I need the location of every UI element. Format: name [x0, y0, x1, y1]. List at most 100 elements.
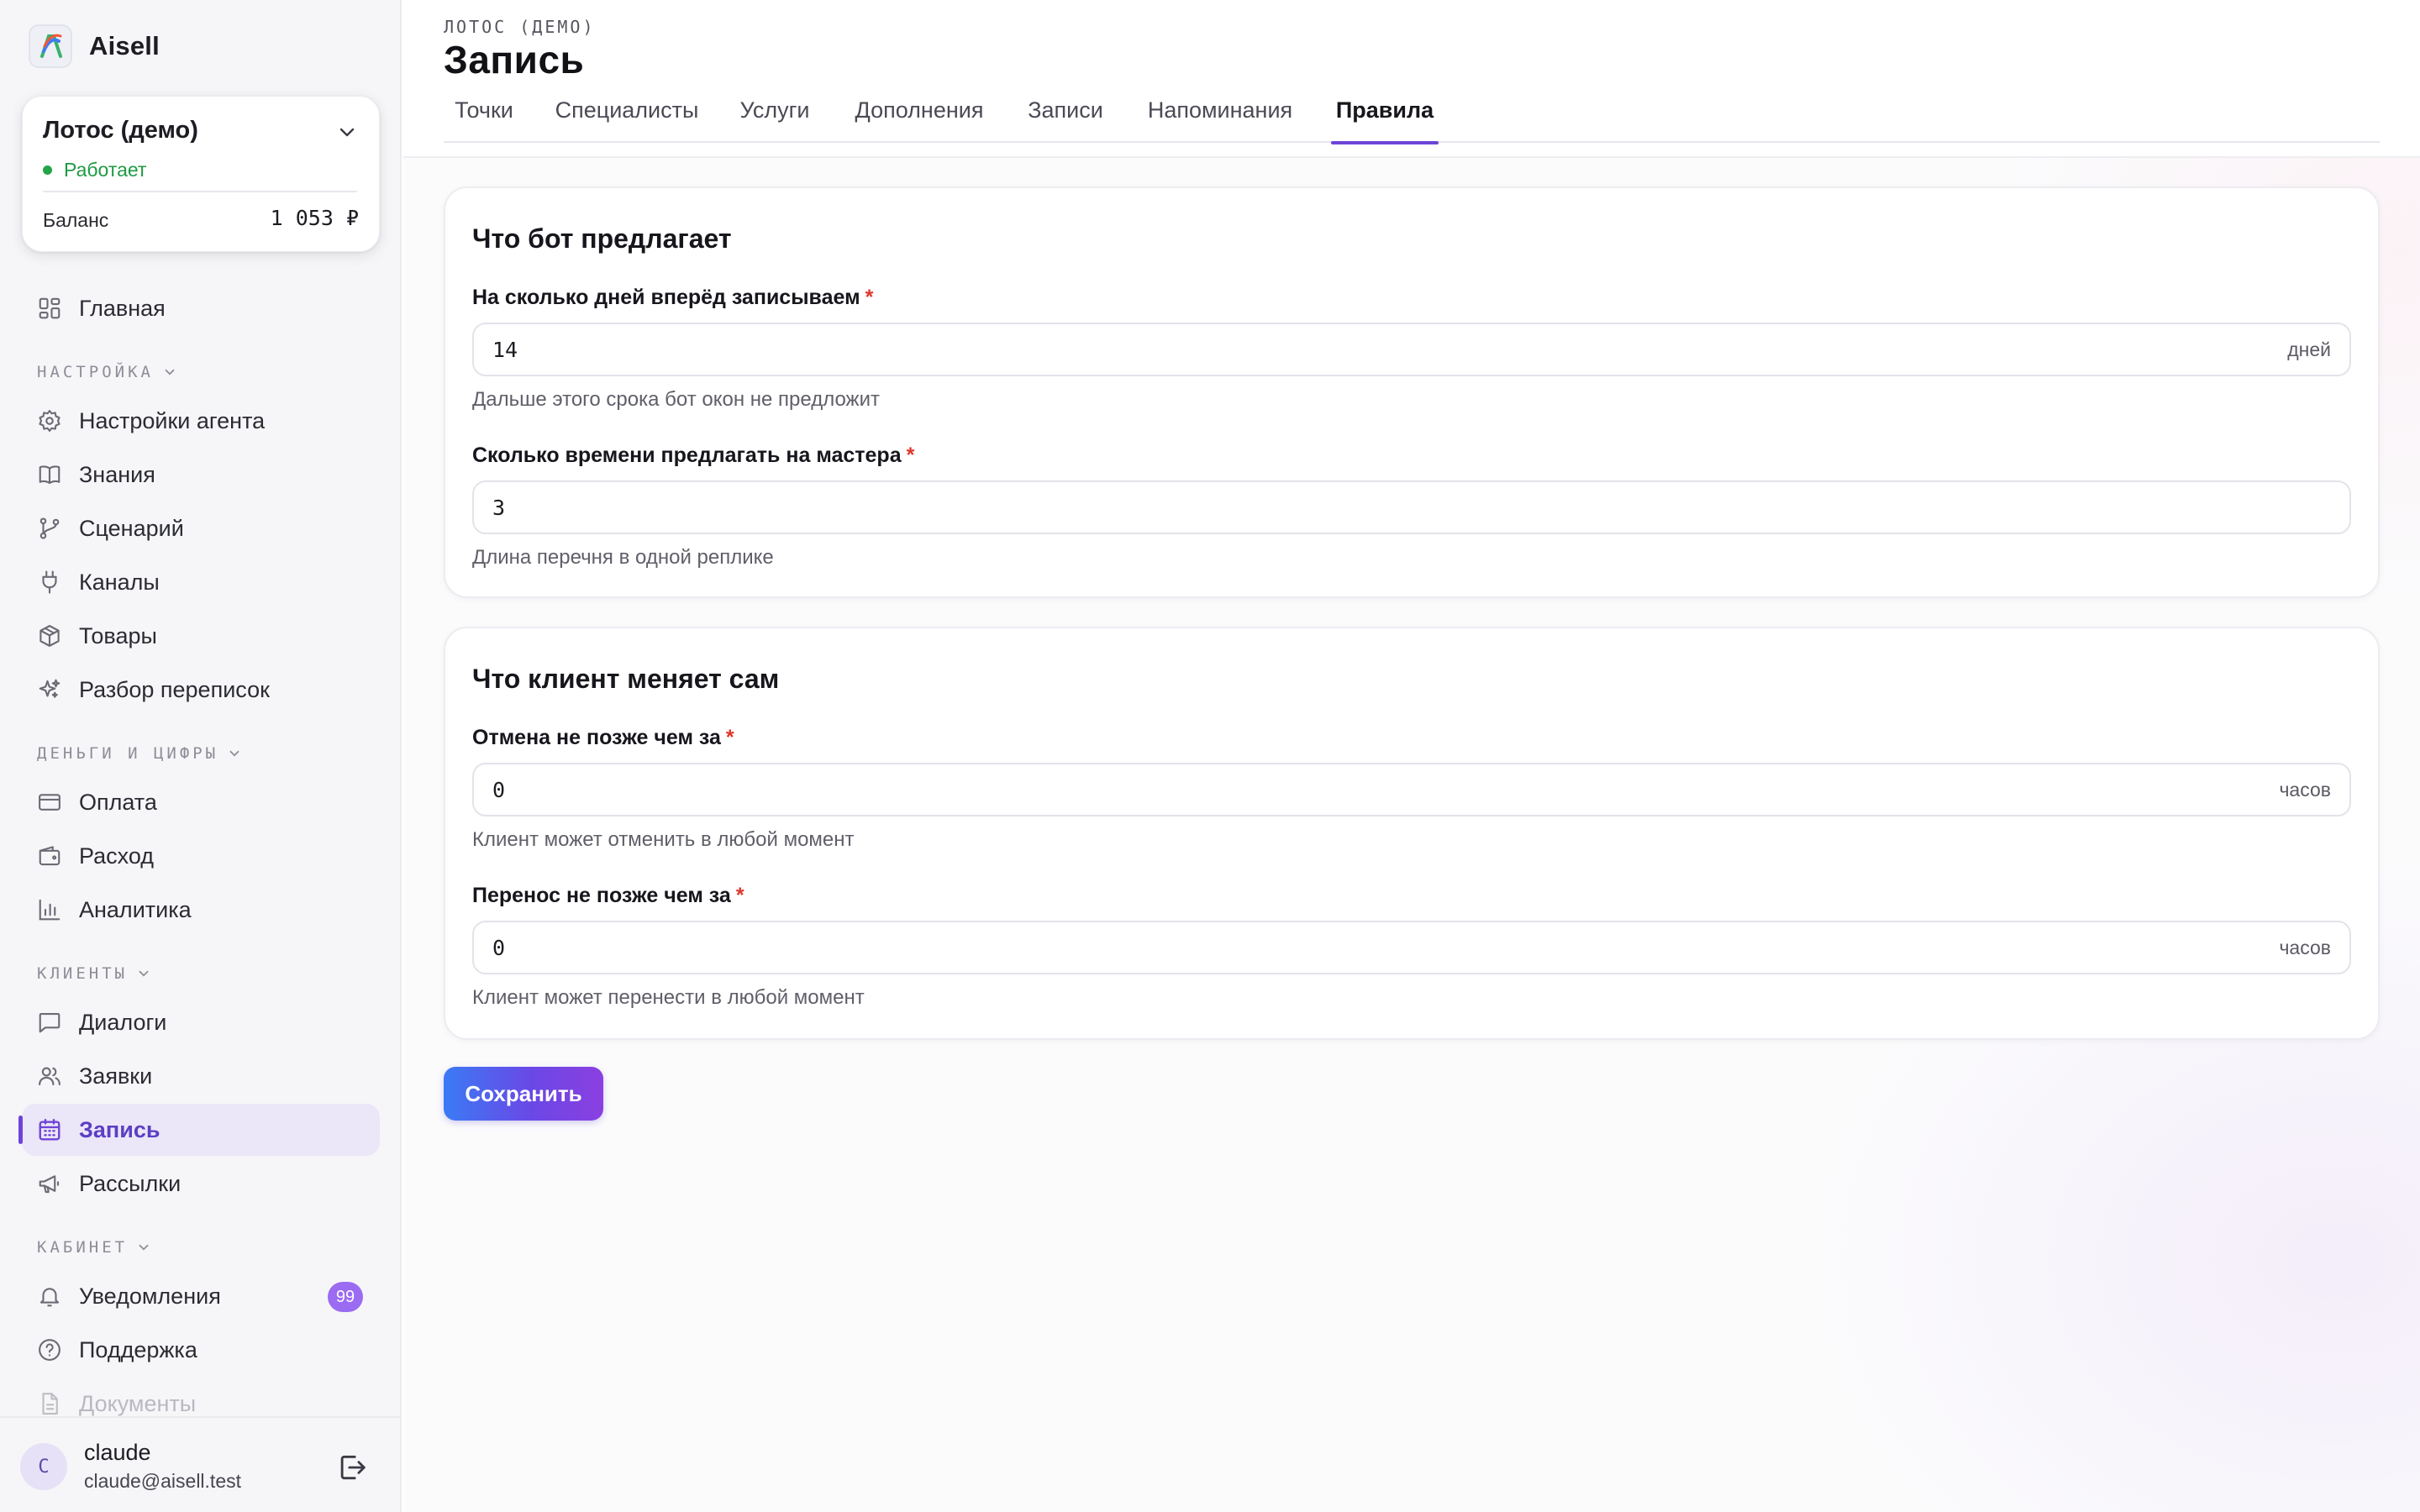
required-mark: * — [735, 884, 744, 907]
tab-reminders[interactable]: Напоминания — [1143, 87, 1297, 143]
logout-icon[interactable] — [336, 1452, 368, 1483]
account-switcher[interactable]: Лотос (демо) Работает Баланс 1 053 ₽ — [22, 96, 380, 252]
sidebar-item-products[interactable]: Товары — [22, 610, 380, 662]
days-ahead-input[interactable]: 14 дней — [472, 323, 2351, 376]
sidebar-item-scenario[interactable]: Сценарий — [22, 502, 380, 554]
tab-label: Дополнения — [855, 97, 984, 123]
sidebar-item-agent-settings[interactable]: Настройки агента — [22, 395, 380, 447]
notifications-count-badge: 99 — [328, 1282, 363, 1312]
grid-icon — [35, 294, 64, 323]
required-mark: * — [865, 286, 874, 309]
sidebar-item-chat-review[interactable]: Разбор переписок — [22, 664, 380, 716]
sidebar-item-support[interactable]: Поддержка — [22, 1324, 380, 1376]
sidebar-item-label: Сценарий — [79, 515, 184, 541]
field-hint: Клиент может перенести в любой момент — [472, 986, 865, 1009]
tab-label: Напоминания — [1147, 97, 1293, 123]
sidebar-item-label: Рассылки — [79, 1170, 182, 1196]
user-profile: C claude claude@aisell.test — [0, 1416, 400, 1512]
field-label-text: Сколько времени предлагать на мастера — [472, 444, 902, 467]
section-cabinet-label: КАБИНЕТ — [37, 1238, 129, 1257]
cancel-before-label: Отмена не позже чем за * — [472, 726, 734, 750]
card-title: Что клиент меняет сам — [472, 664, 780, 694]
sidebar-item-analytics[interactable]: Аналитика — [22, 884, 380, 936]
balance-label: Баланс — [43, 209, 109, 231]
chevron-down-icon — [229, 750, 239, 757]
chevron-down-icon — [139, 1244, 149, 1251]
breadcrumb: ЛОТОС (ДЕМО) — [444, 17, 596, 37]
users-icon — [35, 1062, 64, 1090]
sidebar-item-label: Главная — [79, 295, 166, 321]
card-title: Что бот предлагает — [472, 223, 732, 254]
tab-services[interactable]: Услуги — [736, 87, 813, 143]
input-value: 0 — [492, 935, 506, 960]
gear-icon — [35, 407, 64, 435]
status-dot-icon — [43, 165, 52, 175]
sidebar-item-mailings[interactable]: Рассылки — [22, 1158, 380, 1210]
bell-icon — [35, 1282, 64, 1310]
sidebar-item-channels[interactable]: Каналы — [22, 556, 380, 608]
bar-chart-icon — [35, 895, 64, 924]
field-hint: Длина перечня в одной реплике — [472, 546, 774, 569]
page-title: Запись — [444, 38, 585, 81]
sidebar-item-home[interactable]: Главная — [22, 282, 380, 334]
account-status: Работает — [43, 159, 146, 181]
section-settings-toggle[interactable]: НАСТРОЙКА — [37, 363, 177, 381]
brand[interactable]: Aisell — [29, 24, 160, 69]
tab-locations[interactable]: Точки — [450, 87, 518, 143]
input-value: 3 — [492, 495, 506, 520]
sidebar-item-label: Знания — [79, 461, 155, 487]
tab-label: Правила — [1335, 97, 1434, 123]
input-suffix: часов — [2279, 778, 2331, 801]
section-cabinet-toggle[interactable]: КАБИНЕТ — [37, 1238, 151, 1257]
status-text: Работает — [64, 159, 147, 181]
cancel-before-input[interactable]: 0 часов — [472, 763, 2351, 816]
field-label-text: На сколько дней вперёд записываем — [472, 286, 860, 309]
tab-label: Записи — [1028, 97, 1103, 123]
sidebar: Aisell Лотос (демо) Работает Баланс 1 05… — [0, 0, 402, 1512]
tab-addons[interactable]: Дополнения — [850, 87, 988, 143]
sidebar-item-notifications[interactable]: Уведомления 99 — [22, 1270, 380, 1322]
section-money-toggle[interactable]: ДЕНЬГИ И ЦИФРЫ — [37, 744, 242, 763]
field-hint: Дальше этого срока бот окон не предложит — [472, 388, 881, 411]
sparkles-icon — [35, 675, 64, 704]
chevron-down-icon — [139, 970, 149, 977]
tab-rules[interactable]: Правила — [1331, 87, 1439, 144]
offer-settings-card: Что бот предлагает На сколько дней вперё… — [444, 186, 2380, 598]
tab-label: Точки — [455, 97, 513, 123]
field-hint: Клиент может отменить в любой момент — [472, 828, 855, 851]
tab-specialists[interactable]: Специалисты — [553, 87, 701, 143]
sidebar-item-knowledge[interactable]: Знания — [22, 449, 380, 501]
sidebar-item-dialogs[interactable]: Диалоги — [22, 996, 380, 1048]
avatar[interactable]: C — [20, 1443, 67, 1490]
book-icon — [35, 460, 64, 489]
sidebar-item-label: Расход — [79, 843, 155, 869]
user-email: claude@aisell.test — [84, 1470, 241, 1492]
sidebar-item-label: Товары — [79, 622, 157, 648]
required-mark: * — [725, 726, 734, 749]
wallet-icon — [35, 842, 64, 870]
section-clients-label: КЛИЕНТЫ — [37, 964, 129, 983]
input-value: 0 — [492, 777, 506, 802]
brand-name: Aisell — [89, 31, 160, 60]
main-content: ЛОТОС (ДЕМО) Запись Точки Специалисты Ус… — [403, 0, 2420, 1512]
box-icon — [35, 622, 64, 650]
sidebar-item-label: Диалоги — [79, 1009, 167, 1035]
save-button[interactable]: Сохранить — [444, 1067, 603, 1121]
input-suffix: дней — [2287, 338, 2331, 360]
sidebar-item-booking[interactable]: Запись — [18, 1104, 380, 1156]
sidebar-item-label: Оплата — [79, 789, 157, 815]
sidebar-item-requests[interactable]: Заявки — [22, 1050, 380, 1102]
branch-icon — [35, 514, 64, 543]
sidebar-item-expense[interactable]: Расход — [22, 830, 380, 882]
chevron-down-icon[interactable] — [337, 122, 357, 142]
tab-appointments[interactable]: Записи — [1023, 87, 1107, 143]
section-clients-toggle[interactable]: КЛИЕНТЫ — [37, 964, 151, 983]
slots-per-master-input[interactable]: 3 — [472, 480, 2351, 534]
sidebar-item-label: Заявки — [79, 1063, 153, 1089]
field-label-text: Отмена не позже чем за — [472, 726, 721, 749]
divider — [43, 191, 357, 192]
user-name: claude — [84, 1440, 151, 1465]
sidebar-item-payment[interactable]: Оплата — [22, 776, 380, 828]
sidebar-item-label: Каналы — [79, 569, 160, 595]
reschedule-before-input[interactable]: 0 часов — [472, 921, 2351, 974]
